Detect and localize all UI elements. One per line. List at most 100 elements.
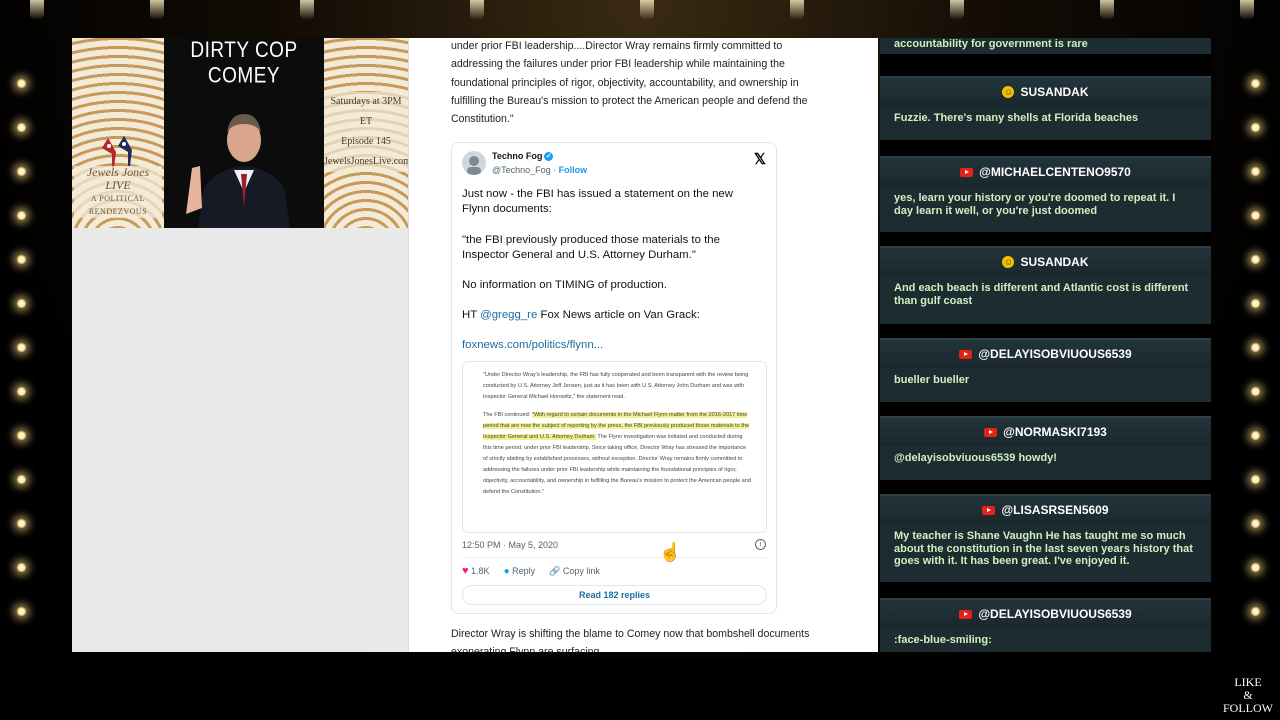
marquee-bulb <box>1250 342 1261 353</box>
marquee-bulb <box>16 210 27 221</box>
copy-link-label: Copy link <box>562 565 600 576</box>
top-light <box>30 0 44 20</box>
chat-message-text: :face-blue-smiling: <box>894 634 992 646</box>
show-schedule: Saturdays at 3PM ET Episode 145 JewelsJo… <box>324 92 408 172</box>
tweet-author[interactable]: Techno Fog ✓ <box>492 151 554 162</box>
ht-suffix: Fox News article on Van Grack: <box>537 309 700 321</box>
marquee-bulb <box>16 298 27 309</box>
top-light <box>470 0 484 20</box>
ht-prefix: HT <box>462 309 481 321</box>
chat-message-text: @delayisobviuous6539 howdy! <box>894 452 1057 464</box>
brand-live: LIVE <box>105 178 131 192</box>
marquee-bulb <box>1250 430 1261 441</box>
tweet-text-quote: "the FBI previously produced those mater… <box>462 234 720 262</box>
chat-message: @LISASRSEN5609 My teacher is Shane Vaugh… <box>880 494 1211 582</box>
follow-button[interactable]: Follow <box>559 165 588 175</box>
reply-action[interactable]: ● Reply <box>504 566 536 577</box>
top-light <box>300 0 314 20</box>
tweet-text-ht: HT @gregg_re Fox News article on Van Gra… <box>462 308 762 323</box>
smiley-badge-icon: ☺ <box>1002 256 1015 268</box>
chat-message-text: accountability for government is rare <box>894 38 1088 50</box>
marquee-bulb <box>1250 474 1261 485</box>
youtube-badge-icon <box>982 505 996 515</box>
avatar[interactable] <box>462 151 486 175</box>
top-light <box>1240 0 1254 20</box>
video-title-panel: DIRTY COP COMEY INDICTED <box>164 38 324 228</box>
marquee-bulb <box>16 386 27 397</box>
chat-username-row: @DELAYISOBVIUOUS6539 <box>880 600 1211 628</box>
marquee-bulb <box>16 430 27 441</box>
x-logo-icon[interactable]: 𝕏 <box>754 150 766 168</box>
quoted-statement-image[interactable]: "Under Director Wray's leadership, the F… <box>462 361 767 533</box>
copy-link-action[interactable]: 🔗 Copy link <box>549 566 600 577</box>
marquee-bulb <box>1250 122 1261 133</box>
marquee-bulb <box>1250 298 1261 309</box>
top-light <box>150 0 164 20</box>
art-deco-panel-right: Saturdays at 3PM ET Episode 145 JewelsJo… <box>324 38 408 228</box>
chat-message: ☺ SUSANDAK Fuzzie. There's many shells at… <box>880 76 1211 140</box>
show-brand: Jewels Jones LIVE A POLITICAL RENDEZVOUS <box>74 166 162 218</box>
chat-username: @LISASRSEN5609 <box>1001 503 1109 517</box>
chat-username: @MICHAELCENTENO9570 <box>979 165 1131 179</box>
top-light <box>640 0 654 20</box>
youtube-badge-icon <box>960 167 974 177</box>
marquee-bulb <box>16 78 27 89</box>
chat-username-row: @MICHAELCENTENO9570 <box>880 158 1211 186</box>
chat-message: ☺ SUSANDAK And each beach is different an… <box>880 246 1211 324</box>
brand-tagline: A POLITICAL RENDEZVOUS <box>88 194 148 216</box>
schedule-time: Saturdays at 3PM ET <box>330 96 402 127</box>
statement-rest: The Flynn investigation was initiated an… <box>483 434 751 495</box>
verified-badge-icon: ✓ <box>544 152 554 162</box>
tweet-timestamp[interactable]: 12:50 PM · May 5, 2020 <box>462 540 558 550</box>
read-replies-button[interactable]: Read 182 replies <box>462 585 767 605</box>
chat-message-text: bueller bueller <box>894 374 970 386</box>
tweet-text-line3: No information on TIMING of production. <box>462 279 667 291</box>
chat-message: @MICHAELCENTENO9570 yes, learn your hist… <box>880 156 1211 232</box>
marquee-bulb <box>16 342 27 353</box>
chat-username-row: @DELAYISOBVIUOUS6539 <box>880 340 1211 368</box>
marquee-bulb <box>16 518 27 529</box>
mention-link[interactable]: @gregg_re <box>480 309 537 321</box>
like-follow-overlay: LIKE & FOLLOW <box>1216 676 1280 715</box>
live-chat-panel[interactable]: accountability for government is rare ☺ S… <box>880 38 1211 652</box>
article-paragraph-bottom: Director Wray is shifting the blame to C… <box>451 628 810 652</box>
art-deco-panel-left: Jewels Jones LIVE A POLITICAL RENDEZVOUS <box>72 38 164 228</box>
article-panel[interactable]: under prior FBI leadership....Director W… <box>408 38 878 652</box>
like-count: 1.8K <box>471 566 490 576</box>
chat-username-row: ☺ SUSANDAK <box>880 248 1211 276</box>
link-icon: 🔗 <box>549 565 561 576</box>
reply-label: Reply <box>512 565 536 576</box>
like-action[interactable]: ♥ 1.8K <box>462 565 490 577</box>
chat-message-text: And each beach is different and Atlantic… <box>894 282 1189 307</box>
heart-icon: ♥ <box>462 565 469 577</box>
brand-name: Jewels Jones <box>86 165 150 179</box>
empty-panel <box>72 228 408 652</box>
tweet-handle-row: @Techno_Fog · Follow <box>492 165 588 175</box>
chat-message: @DELAYISOBVIUOUS6539 bueller bueller <box>880 338 1211 402</box>
smiley-badge-icon: ☺ <box>1002 86 1015 98</box>
article-url-link[interactable]: foxnews.com/politics/flynn... <box>462 338 762 353</box>
chat-username: @DELAYISOBVIUOUS6539 <box>978 347 1132 361</box>
schedule-website: JewelsJonesLive.com <box>324 156 408 167</box>
chat-username: SUSANDAK <box>1020 85 1089 99</box>
info-icon[interactable]: i <box>755 539 766 550</box>
video-title: DIRTY COP COMEY <box>190 38 298 89</box>
marquee-bulb <box>1250 606 1261 617</box>
tweet-author-name: Techno Fog <box>492 151 543 161</box>
top-light <box>790 0 804 20</box>
marquee-bulb <box>1250 386 1261 397</box>
avatar-icon <box>467 156 481 175</box>
chat-message: @DELAYISOBVIUOUS6539 :face-blue-smiling: <box>880 598 1211 652</box>
statement-prefix: The FBI continued: <box>483 412 532 418</box>
marquee-bulb <box>16 606 27 617</box>
embedded-tweet[interactable]: Techno Fog ✓ @Techno_Fog · Follow 𝕏 Just … <box>451 142 777 614</box>
chat-username: SUSANDAK <box>1020 255 1089 269</box>
top-light <box>950 0 964 20</box>
chat-message-text: My teacher is Shane Vaughn He has taught… <box>894 530 1193 567</box>
marquee-bulb <box>1250 78 1261 89</box>
marquee-bulb <box>16 122 27 133</box>
statement-paragraph-2: The FBI continued: "With regard to certa… <box>483 410 752 498</box>
marquee-bulb <box>16 474 27 485</box>
statement-paragraph: "Under Director Wray's leadership, the F… <box>483 372 749 400</box>
marquee-bulb <box>1250 518 1261 529</box>
